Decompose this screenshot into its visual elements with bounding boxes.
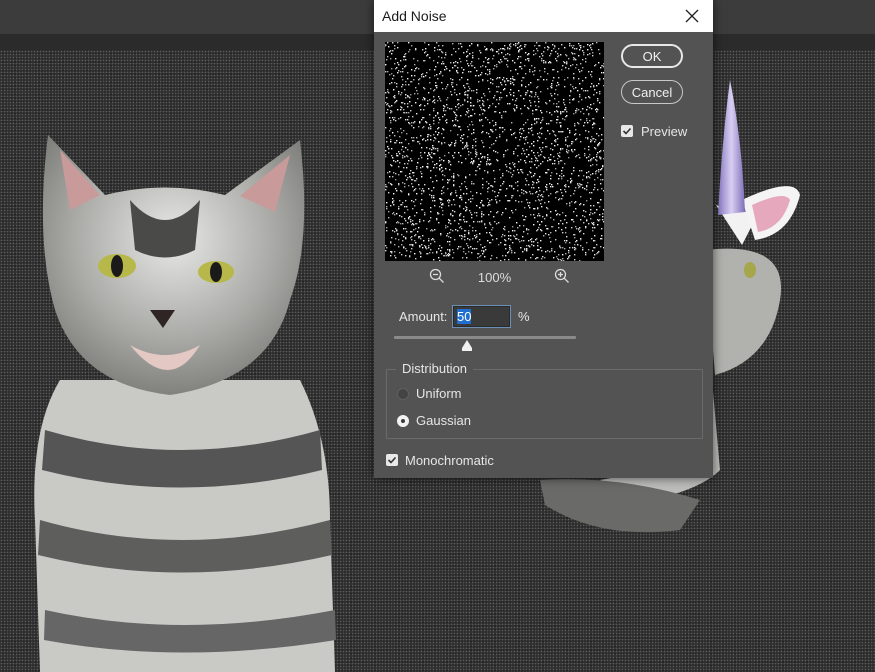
distribution-legend: Distribution bbox=[396, 361, 474, 376]
dialog-title-bar[interactable]: Add Noise bbox=[374, 0, 713, 32]
distribution-group bbox=[386, 369, 703, 439]
monochromatic-label: Monochromatic bbox=[405, 453, 494, 468]
zoom-in-icon[interactable] bbox=[554, 268, 570, 284]
amount-slider-track[interactable] bbox=[394, 336, 576, 339]
close-icon bbox=[685, 9, 699, 23]
noise-preview[interactable] bbox=[385, 42, 604, 261]
gaussian-radio[interactable] bbox=[397, 415, 409, 427]
checkmark-icon bbox=[622, 127, 632, 135]
amount-unit: % bbox=[518, 309, 530, 324]
zoom-level: 100% bbox=[477, 270, 512, 285]
close-button[interactable] bbox=[677, 3, 707, 29]
gaussian-label[interactable]: Gaussian bbox=[416, 413, 471, 428]
preview-checkbox[interactable] bbox=[621, 125, 633, 137]
ok-button[interactable]: OK bbox=[621, 44, 683, 68]
amount-label: Amount: bbox=[399, 309, 448, 324]
add-noise-dialog: Add Noise 100% OK Cancel Preview Amount: bbox=[374, 0, 713, 478]
checkmark-icon bbox=[387, 456, 397, 464]
monochromatic-checkbox[interactable] bbox=[386, 454, 398, 466]
noise-preview-image bbox=[385, 42, 604, 261]
zoom-controls: 100% bbox=[385, 266, 604, 288]
uniform-radio[interactable] bbox=[397, 388, 409, 400]
amount-slider-thumb[interactable] bbox=[461, 340, 472, 351]
dialog-title: Add Noise bbox=[382, 8, 447, 24]
amount-input[interactable] bbox=[452, 305, 511, 328]
cancel-button[interactable]: Cancel bbox=[621, 80, 683, 104]
preview-label: Preview bbox=[641, 124, 688, 139]
uniform-label[interactable]: Uniform bbox=[416, 386, 462, 401]
